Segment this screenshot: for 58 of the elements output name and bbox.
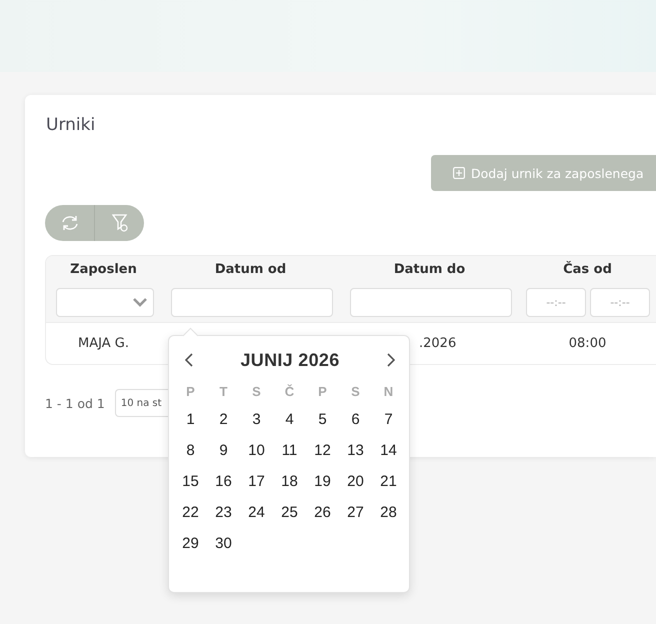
column-header: Datum od	[214, 261, 288, 279]
calendar-day[interactable]: 28	[372, 497, 405, 528]
calendar-day[interactable]: 29	[174, 528, 207, 559]
calendar-day[interactable]: 13	[339, 435, 372, 466]
calendar-day[interactable]: 27	[339, 497, 372, 528]
calendar-day[interactable]: 5	[306, 404, 339, 435]
table-cell-text: .2026	[418, 336, 458, 351]
calendar-day[interactable]: 24	[240, 497, 273, 528]
weekday-label: P	[185, 383, 196, 401]
date-to-field[interactable]	[350, 288, 512, 317]
calendar-day[interactable]: 10	[240, 435, 273, 466]
calendar-day[interactable]: 12	[306, 435, 339, 466]
chevron-right-icon[interactable]	[386, 353, 395, 367]
calendar-day[interactable]: 30	[207, 528, 240, 559]
calendar-day[interactable]: 3	[240, 404, 273, 435]
time-to-field[interactable]: --:--	[590, 288, 650, 317]
calendar-day[interactable]: 19	[306, 466, 339, 497]
calendar-day[interactable]: 26	[306, 497, 339, 528]
column-header: Datum do	[392, 261, 466, 279]
employee-dropdown[interactable]	[56, 288, 154, 317]
weekday-label: P	[317, 383, 328, 401]
refresh-icon	[60, 215, 78, 231]
calendar-day[interactable]: 9	[207, 435, 240, 466]
calendar-day[interactable]: 14	[372, 435, 405, 466]
calendar-day[interactable]: 1	[174, 404, 207, 435]
weekday-label: Č	[284, 383, 296, 401]
calendar-day[interactable]: 15	[174, 466, 207, 497]
calendar-day[interactable]: 18	[273, 466, 306, 497]
calendar-day[interactable]: 16	[207, 466, 240, 497]
calendar-day[interactable]: 2	[207, 404, 240, 435]
calendar-day[interactable]: 8	[174, 435, 207, 466]
weekday-label: N	[382, 383, 394, 401]
pagination-range: 1 - 1 od 1	[45, 396, 105, 410]
column-header: Čas od	[562, 260, 613, 279]
weekday-label: T	[218, 383, 228, 401]
chevron-down-icon	[133, 298, 147, 307]
weekday-label: S	[350, 383, 361, 401]
calendar-day[interactable]: 21	[372, 466, 405, 497]
month-title: JUNIJ 2026	[240, 350, 340, 370]
calendar-day[interactable]: 7	[372, 404, 405, 435]
calendar-day[interactable]: 11	[273, 435, 306, 466]
date-from-field[interactable]	[171, 288, 333, 317]
calendar-day[interactable]: 20	[339, 466, 372, 497]
time-from-field[interactable]: --:--	[526, 288, 586, 317]
calendar-day[interactable]: 4	[273, 404, 306, 435]
calendar-day[interactable]: 22	[174, 497, 207, 528]
table-cell-text: 08:00	[568, 336, 608, 351]
calendar-day[interactable]: 17	[240, 466, 273, 497]
funnel-icon	[112, 214, 128, 232]
table-cell-text: MAJA G.	[77, 336, 130, 351]
calendar-day[interactable]: 6	[339, 404, 372, 435]
column-header: Zaposlen	[69, 261, 138, 279]
plus-square-icon	[453, 167, 465, 179]
chevron-left-icon[interactable]	[185, 353, 193, 367]
card-title: Urniki	[46, 115, 96, 135]
calendar-day[interactable]: 23	[207, 497, 240, 528]
weekday-label: S	[251, 383, 262, 401]
calendar-day[interactable]: 25	[273, 497, 306, 528]
